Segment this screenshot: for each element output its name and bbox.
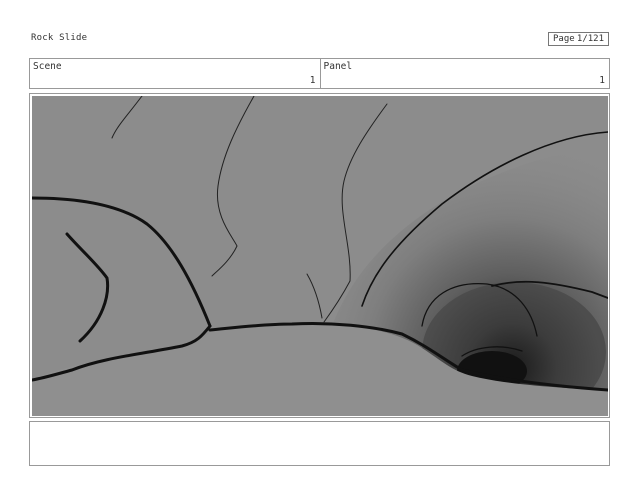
- page-indicator: Page 1/121: [548, 32, 609, 46]
- page-label: Page: [553, 34, 575, 44]
- scene-label: Scene: [33, 61, 62, 72]
- storyboard-drawing[interactable]: [32, 96, 608, 416]
- sketch-canvas: [32, 96, 608, 416]
- panel-label: Panel: [323, 61, 353, 72]
- panel-cell[interactable]: Panel 1: [319, 59, 610, 88]
- document-title: Rock Slide: [31, 33, 88, 43]
- scene-number: 1: [309, 75, 316, 86]
- notes-box[interactable]: [29, 421, 610, 466]
- scene-cell[interactable]: Scene 1: [30, 59, 320, 88]
- panel-number: 1: [599, 75, 605, 86]
- panel-header: Scene 1 Panel 1: [29, 58, 610, 89]
- page-number: 1/121: [576, 34, 604, 44]
